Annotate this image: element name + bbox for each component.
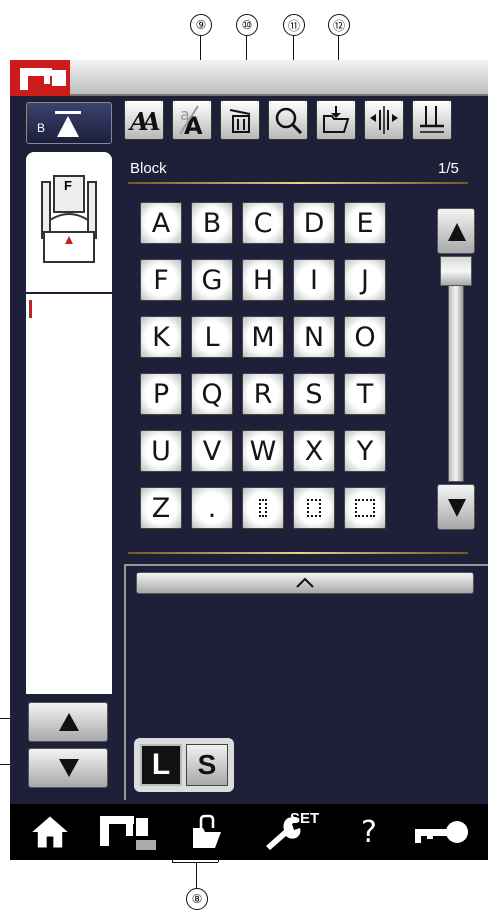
character-key[interactable]: Y bbox=[344, 430, 386, 472]
leader-8 bbox=[196, 862, 197, 888]
zoom-icon bbox=[275, 107, 303, 135]
space-width-icon bbox=[307, 499, 321, 517]
sewing-mode-button[interactable] bbox=[96, 810, 160, 854]
triangle-up-icon bbox=[59, 713, 79, 731]
space-key[interactable] bbox=[293, 487, 335, 529]
top-bar bbox=[10, 60, 488, 96]
callout-9: ⑨ bbox=[190, 14, 212, 36]
home-button[interactable] bbox=[30, 810, 70, 854]
open-file-button[interactable] bbox=[184, 810, 230, 854]
triangle-up-icon bbox=[448, 223, 466, 241]
settings-button[interactable]: SET bbox=[246, 810, 322, 854]
collapse-panel-button[interactable] bbox=[136, 572, 474, 594]
character-key[interactable]: A bbox=[140, 202, 182, 244]
font-style-icon: AA bbox=[128, 107, 160, 136]
character-key[interactable]: O bbox=[344, 316, 386, 358]
open-file-icon bbox=[193, 814, 221, 848]
character-key[interactable]: I bbox=[293, 259, 335, 301]
character-key[interactable]: K bbox=[140, 316, 182, 358]
grid-scrollbar[interactable] bbox=[448, 256, 464, 482]
character-key[interactable]: C bbox=[242, 202, 284, 244]
triangle-down-icon bbox=[59, 759, 79, 777]
page-indicator: 1/5 bbox=[438, 160, 459, 177]
case-toggle-icon: aA bbox=[179, 105, 203, 136]
delete-icon bbox=[229, 109, 251, 133]
machine-screen: B F AA aA Block 1/5 L S SET ? A B C D E … bbox=[10, 60, 488, 860]
case-toggle-button[interactable]: aA bbox=[172, 100, 212, 140]
grid-scroll-up-button[interactable] bbox=[437, 208, 475, 254]
help-button[interactable]: ? bbox=[352, 810, 386, 854]
stitch-adjust-button[interactable] bbox=[412, 100, 452, 140]
home-icon bbox=[32, 816, 68, 848]
grid-scroll-down-button[interactable] bbox=[437, 484, 475, 530]
space-key[interactable] bbox=[242, 487, 284, 529]
needle-label: B bbox=[37, 121, 46, 135]
grid-divider bbox=[128, 552, 468, 554]
character-key[interactable]: F bbox=[140, 259, 182, 301]
character-key[interactable]: R bbox=[242, 373, 284, 415]
foot-label: F bbox=[64, 178, 72, 193]
preview-scroll-down-button[interactable] bbox=[28, 748, 108, 788]
character-key[interactable]: Z bbox=[140, 487, 182, 529]
character-key[interactable]: L bbox=[191, 316, 233, 358]
character-key[interactable]: U bbox=[140, 430, 182, 472]
needle-position-icon bbox=[55, 111, 81, 137]
character-key[interactable]: Q bbox=[191, 373, 233, 415]
chevron-up-icon bbox=[296, 577, 314, 588]
character-key[interactable]: P bbox=[140, 373, 182, 415]
pattern-preview bbox=[26, 294, 112, 694]
size-large-button[interactable]: L bbox=[140, 744, 182, 786]
character-key[interactable]: J bbox=[344, 259, 386, 301]
callout-12: ⑫ bbox=[328, 14, 350, 36]
text-cursor bbox=[29, 300, 32, 318]
bottom-bar: SET ? bbox=[10, 804, 488, 860]
set-label: SET bbox=[290, 810, 320, 827]
character-key[interactable]: W bbox=[242, 430, 284, 472]
character-key[interactable]: M bbox=[242, 316, 284, 358]
leader-8-h bbox=[172, 862, 218, 863]
category-label: Block bbox=[130, 160, 167, 177]
grid-scroll-thumb[interactable] bbox=[440, 256, 472, 286]
delete-button[interactable] bbox=[220, 100, 260, 140]
header-divider bbox=[128, 182, 468, 184]
triangle-down-icon bbox=[448, 499, 466, 517]
machine-icon bbox=[14, 64, 72, 94]
character-key[interactable]: S bbox=[293, 373, 335, 415]
key-lock-icon bbox=[415, 821, 468, 843]
save-file-button[interactable] bbox=[316, 100, 356, 140]
character-key[interactable]: N bbox=[293, 316, 335, 358]
mirror-button[interactable] bbox=[364, 100, 404, 140]
left-column: B F bbox=[24, 102, 114, 800]
character-key[interactable]: D bbox=[293, 202, 335, 244]
callout-8: ⑧ bbox=[186, 888, 208, 910]
character-key[interactable]: E bbox=[344, 202, 386, 244]
character-key[interactable]: B bbox=[191, 202, 233, 244]
zoom-button[interactable] bbox=[268, 100, 308, 140]
size-small-button[interactable]: S bbox=[186, 744, 228, 786]
needle-position-button[interactable]: B bbox=[26, 102, 112, 144]
stitch-adjust-icon bbox=[420, 106, 444, 133]
font-style-button[interactable]: AA bbox=[124, 100, 164, 140]
character-key[interactable]: X bbox=[293, 430, 335, 472]
callout-10: ⑩ bbox=[236, 14, 258, 36]
svg-text:A: A bbox=[140, 107, 160, 136]
key-lock-button[interactable] bbox=[410, 810, 472, 854]
sewing-mode-icon bbox=[100, 816, 156, 850]
presser-foot-panel: F bbox=[26, 152, 112, 292]
character-key[interactable]: . bbox=[191, 487, 233, 529]
mirror-icon bbox=[370, 106, 398, 134]
space-key[interactable] bbox=[344, 487, 386, 529]
character-key[interactable]: H bbox=[242, 259, 284, 301]
character-key[interactable]: T bbox=[344, 373, 386, 415]
preview-scroll-up-button[interactable] bbox=[28, 702, 108, 742]
character-key[interactable]: V bbox=[191, 430, 233, 472]
callout-11: ⑪ bbox=[283, 14, 305, 36]
character-key[interactable]: G bbox=[191, 259, 233, 301]
space-width-icon bbox=[355, 499, 375, 517]
space-width-icon bbox=[259, 499, 267, 517]
save-file-icon bbox=[323, 106, 350, 133]
